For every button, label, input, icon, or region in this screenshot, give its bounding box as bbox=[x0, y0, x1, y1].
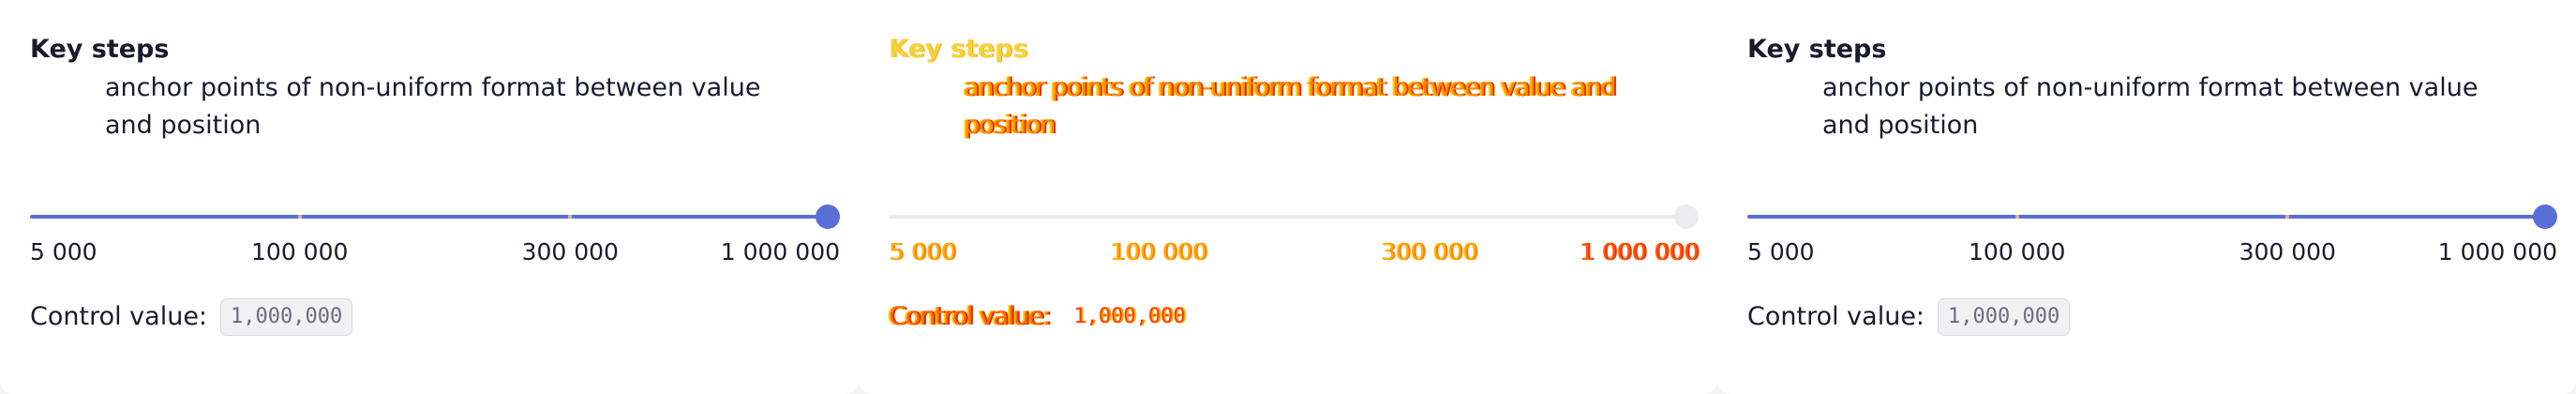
value-slider[interactable] bbox=[889, 203, 1699, 231]
control-readout: Control value: 1,000,000 bbox=[1747, 296, 2071, 338]
card-title: Key steps bbox=[889, 35, 1028, 64]
card-description: anchor points of non-uniform format betw… bbox=[1822, 73, 2479, 140]
tick-label: 5 000 bbox=[1747, 238, 1815, 265]
tick-label: 5 000 bbox=[30, 238, 97, 265]
slider-tick-labels: 5 000 100 000 300 000 1 000 000 bbox=[30, 236, 840, 270]
slider-thumb[interactable] bbox=[1674, 205, 1699, 229]
tick-label: 100 000 bbox=[251, 238, 349, 265]
card-title: Key steps bbox=[30, 35, 170, 64]
card-right: Key steps anchor points of non-uniform f… bbox=[1717, 0, 2576, 394]
slider-fill bbox=[1747, 215, 2557, 219]
tick-label: 300 000 bbox=[1380, 238, 1477, 265]
control-value: 1,000,000 bbox=[1938, 298, 2071, 336]
tick-label: 100 000 bbox=[1969, 238, 2066, 265]
control-readout: Control value: 1,000,000 bbox=[30, 296, 353, 338]
value-slider[interactable] bbox=[30, 203, 840, 231]
value-slider[interactable] bbox=[1747, 203, 2557, 231]
tick-label: 300 000 bbox=[521, 238, 619, 265]
control-label: Control value: bbox=[889, 302, 1051, 331]
card-left: Key steps anchor points of non-uniform f… bbox=[0, 0, 859, 394]
control-value: 1,000,000 bbox=[1073, 305, 1186, 328]
slider-track[interactable] bbox=[889, 215, 1699, 219]
page: Key steps anchor points of non-uniform f… bbox=[0, 0, 2576, 394]
slider-tick-labels: 5 000 100 000 300 000 1 000 000 bbox=[889, 236, 1699, 270]
control-label: Control value: bbox=[30, 302, 208, 331]
card-description: anchor points of non-uniform format betw… bbox=[105, 73, 761, 140]
card-description: anchor points of non-uniform format betw… bbox=[964, 73, 1616, 140]
slider-mark bbox=[2014, 215, 2019, 219]
slider-thumb[interactable] bbox=[816, 205, 840, 229]
card-title: Key steps bbox=[1747, 35, 1887, 64]
tick-label: 1 000 000 bbox=[720, 238, 840, 265]
slider-thumb[interactable] bbox=[2533, 205, 2557, 229]
tick-label: 300 000 bbox=[2239, 238, 2336, 265]
tick-label: 1 000 000 bbox=[1579, 238, 1699, 265]
control-label: Control value: bbox=[1747, 302, 1925, 331]
slider-mark bbox=[2285, 215, 2290, 219]
slider-tick-labels: 5 000 100 000 300 000 1 000 000 bbox=[1747, 236, 2557, 270]
card-middle: Key steps anchor points of non-uniform f… bbox=[859, 0, 1717, 394]
slider-mark bbox=[568, 215, 573, 219]
slider-fill bbox=[30, 215, 840, 219]
tick-label: 5 000 bbox=[889, 238, 956, 265]
control-value: 1,000,000 bbox=[220, 298, 353, 336]
tick-label: 100 000 bbox=[1110, 238, 1207, 265]
control-readout: Control value: 1,000,000 bbox=[889, 296, 1195, 338]
slider-mark bbox=[297, 215, 302, 219]
tick-label: 1 000 000 bbox=[2437, 238, 2557, 265]
